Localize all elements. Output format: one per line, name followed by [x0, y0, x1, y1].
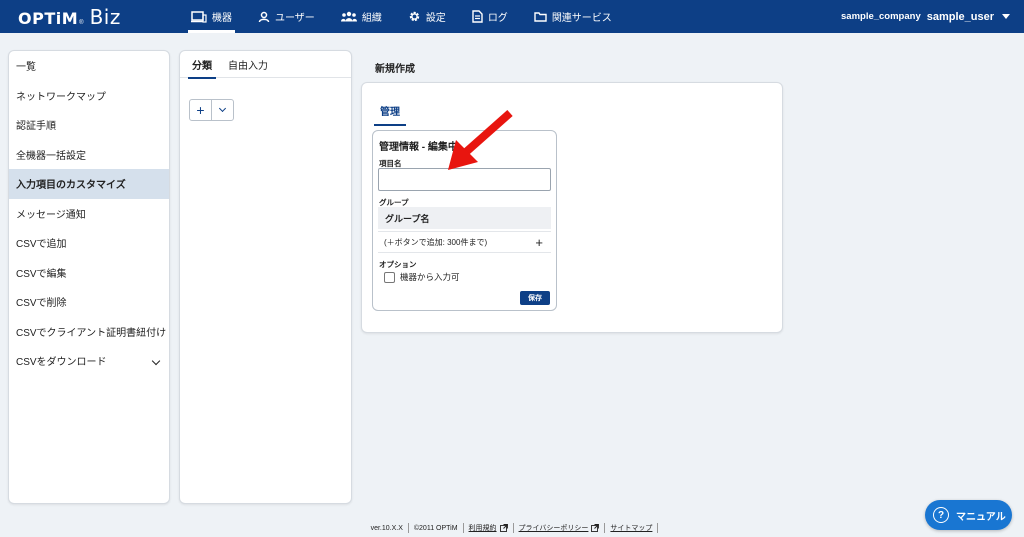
sidebar-item-label: メッセージ通知 — [16, 209, 86, 221]
nav-related-services[interactable]: 関連サービス — [521, 0, 625, 33]
sidebar-item-message-notify[interactable]: メッセージ通知 — [9, 199, 169, 229]
sidebar-item-label: CSVで編集 — [16, 268, 67, 280]
main-nav: 機器 ユーザー 組織 設定 ログ 関連サービス — [178, 0, 625, 33]
log-icon — [472, 10, 483, 23]
company-name: sample_company — [841, 11, 921, 22]
sitemap-link[interactable]: サイトマップ — [605, 523, 657, 533]
sidebar-item-input-customize[interactable]: 入力項目のカスタマイズ — [9, 169, 169, 199]
group-add-hint: (＋ボタンで追加: 300件まで) — [384, 237, 488, 247]
user-name: sample_user — [926, 10, 994, 23]
sidebar-item-bulk-settings[interactable]: 全機器一括設定 — [9, 140, 169, 170]
tab-management[interactable]: 管理 — [374, 101, 406, 126]
sidebar-item-label: CSVをダウンロード — [16, 357, 107, 369]
privacy-link-label: プライバシーポリシー — [518, 525, 589, 532]
folder-icon — [534, 11, 547, 22]
nav-related-services-label: 関連サービス — [551, 13, 612, 24]
tab-category[interactable]: 分類 — [184, 51, 220, 79]
help-icon: ? — [933, 507, 949, 523]
manual-button[interactable]: ? マニュアル — [925, 500, 1012, 530]
external-link-icon — [499, 524, 508, 532]
nav-organization-label: 組織 — [361, 13, 382, 24]
logo-registered-mark: ® — [79, 20, 84, 26]
add-group-button[interactable]: + — [535, 235, 543, 250]
page-title: 新規作成 — [375, 64, 415, 75]
group-add-row: (＋ボタンで追加: 300件まで) + — [378, 231, 551, 253]
organization-icon — [340, 11, 357, 22]
sidebar-item-csv-client-cert[interactable]: CSVでクライアント証明書紐付け — [9, 317, 169, 347]
create-panel: 管理 管理情報 - 編集中 項目名 グループ グループ名 (＋ボタンで追加: 3… — [361, 82, 783, 333]
nav-logs[interactable]: ログ — [459, 0, 521, 33]
group-column-header: グループ名 — [378, 207, 551, 229]
device-input-checkbox-label: 機器から入力可 — [400, 272, 460, 282]
category-panel: 分類 自由入力 + — [179, 50, 352, 504]
manual-button-label: マニュアル — [956, 511, 1006, 523]
footer-divider — [657, 523, 659, 533]
chevron-down-icon — [151, 356, 161, 366]
top-bar: OPTiM ® Biz 機器 ユーザー 組織 設定 ログ 関連サービス samp… — [0, 0, 1024, 33]
version-text: ver.10.X.X — [370, 524, 403, 532]
nav-organization[interactable]: 組織 — [328, 0, 395, 33]
sidebar-item-label: 認証手順 — [16, 121, 56, 133]
external-link-icon — [591, 524, 600, 532]
sidebar-item-label: CSVで追加 — [16, 239, 67, 251]
sidebar-item-csv-download[interactable]: CSVをダウンロード — [9, 346, 169, 376]
nav-users-label: ユーザー — [275, 13, 315, 24]
account-menu[interactable]: sample_company sample_user — [841, 0, 1010, 33]
annotation-arrow-icon — [448, 110, 513, 170]
device-icon — [191, 10, 207, 23]
sidebar-item-network-map[interactable]: ネットワークマップ — [9, 81, 169, 111]
sidebar-item-list[interactable]: 一覧 — [9, 51, 169, 81]
sidebar-item-label: 全機器一括設定 — [16, 150, 86, 162]
nav-logs-label: ログ — [487, 13, 508, 24]
nav-settings-label: 設定 — [425, 13, 446, 24]
footer: ver.10.X.X ©2011 OPTiM 利用規約 プライバシーポリシー サ… — [0, 522, 1024, 534]
category-tabs: 分類 自由入力 — [180, 51, 351, 79]
optim-biz-logo[interactable]: OPTiM ® Biz — [18, 5, 121, 29]
terms-link[interactable]: 利用規約 — [464, 523, 513, 533]
tab-free-input[interactable]: 自由入力 — [220, 51, 276, 78]
sidebar-item-label: 一覧 — [16, 62, 36, 74]
privacy-link[interactable]: プライバシーポリシー — [514, 523, 605, 533]
option-label: オプション — [379, 260, 417, 269]
sidebar-item-csv-edit[interactable]: CSVで編集 — [9, 258, 169, 288]
caret-down-icon — [1002, 14, 1010, 19]
copyright-text: ©2011 OPTiM — [413, 524, 458, 532]
option-device-input[interactable]: 機器から入力可 — [384, 271, 460, 283]
sidebar-item-csv-delete[interactable]: CSVで削除 — [9, 287, 169, 317]
nav-settings[interactable]: 設定 — [395, 0, 459, 33]
user-icon — [258, 11, 270, 23]
chevron-down-icon — [218, 104, 227, 113]
add-button-group: + — [189, 99, 234, 121]
sidebar-item-label: CSVでクライアント証明書紐付け — [16, 327, 167, 339]
nav-devices[interactable]: 機器 — [178, 0, 245, 33]
sidebar: 一覧 ネットワークマップ 認証手順 全機器一括設定 入力項目のカスタマイズ メッ… — [8, 50, 170, 504]
add-dropdown-button[interactable] — [212, 100, 233, 120]
logo-product: Biz — [89, 5, 121, 29]
sidebar-item-label: CSVで削除 — [16, 298, 67, 310]
sidebar-item-csv-add[interactable]: CSVで追加 — [9, 228, 169, 258]
add-button[interactable]: + — [190, 100, 212, 120]
terms-link-label: 利用規約 — [468, 525, 497, 532]
sidebar-item-label: 入力項目のカスタマイズ — [16, 180, 126, 192]
save-button[interactable]: 保存 — [520, 291, 550, 305]
nav-devices-label: 機器 — [212, 13, 232, 24]
sidebar-item-auth-procedure[interactable]: 認証手順 — [9, 110, 169, 140]
sitemap-link-label: サイトマップ — [610, 525, 653, 532]
device-input-checkbox[interactable] — [384, 271, 395, 283]
logo-text: OPTiM — [18, 9, 79, 28]
nav-users[interactable]: ユーザー — [245, 0, 328, 33]
sidebar-item-label: ネットワークマップ — [16, 91, 106, 103]
gear-icon — [408, 10, 421, 23]
tab-label: 管理 — [380, 107, 400, 118]
